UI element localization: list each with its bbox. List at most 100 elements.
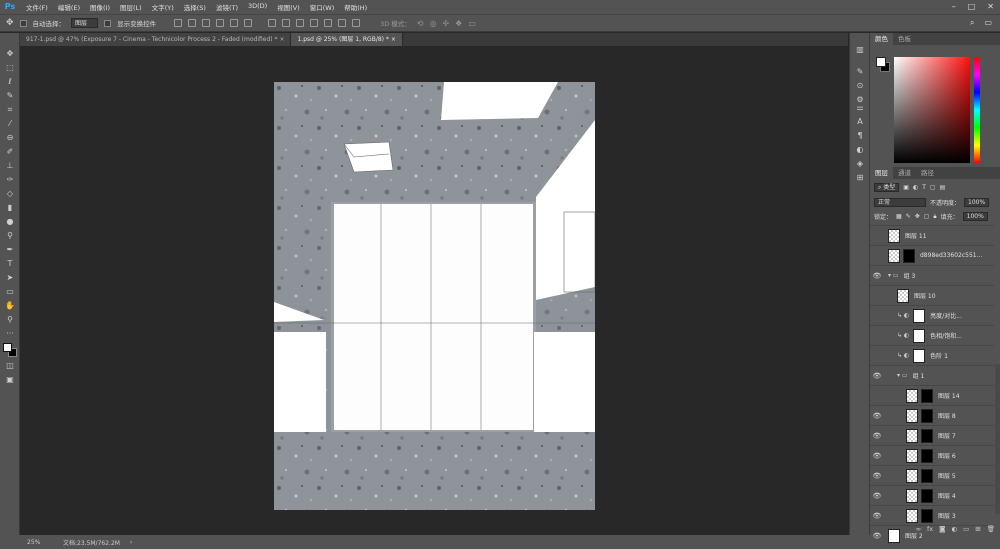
visibility-eye-icon[interactable]: 👁︎ [870,272,884,280]
gradient-icon[interactable]: ▮ [5,203,15,213]
tab-swatches[interactable]: 色板 [893,33,916,45]
opacity-value[interactable]: 100% [964,198,990,207]
adjustments-icon[interactable]: ⚌ [855,103,865,113]
tab-917-1[interactable]: 917-1.psd @ 47% (Exposure 7 - Cinema - T… [20,33,292,46]
stamp-icon[interactable]: ⊥ [5,161,15,171]
layer-mask-thumbnail[interactable] [913,308,926,323]
visibility-eye-icon[interactable]: 👁︎ [870,472,884,480]
blur-icon[interactable]: ● [5,217,15,227]
canvas-area[interactable] [20,46,848,535]
layer-thumbnail[interactable] [906,468,918,483]
menu-item[interactable]: 滤镜(T) [211,2,243,12]
lasso-icon[interactable]: ℓ [5,77,15,87]
visibility-eye-icon[interactable]: 👁︎ [870,412,884,420]
hand-icon[interactable]: ✋ [5,301,15,311]
fill-value[interactable]: 100% [962,212,988,221]
close-tab-icon[interactable]: × [391,36,396,43]
layer-thumbnail[interactable] [897,288,909,303]
auto-select-checkbox[interactable] [19,19,27,27]
close-icon[interactable]: ✕ [987,2,994,11]
maximize-icon[interactable]: □ [968,2,976,11]
layer-row[interactable]: ↳ ◐ 色阶 1 [870,345,994,365]
folder-icon[interactable]: ▾ ▭ [888,272,899,279]
visibility-eye-icon[interactable]: 👁︎ [870,512,884,520]
layer-row[interactable]: ↳ ◐ 色相/饱和... [870,325,994,345]
layer-filter-dropdown[interactable]: ⌕ 类型 [874,183,900,192]
layer-row[interactable]: 👁︎ 图层 5 [870,465,994,485]
history-icon[interactable]: ▥ [855,45,865,55]
folder-icon[interactable]: ▾ ▭ [897,372,908,379]
3d-rotate-icon[interactable]: ⟲ [417,19,424,28]
layer-mask-thumbnail[interactable] [921,428,933,443]
link-layers-icon[interactable]: ∞ [916,525,921,533]
layer-row[interactable]: 图层 14 [870,385,994,405]
auto-align-icon[interactable] [352,19,361,27]
lock-move-icon[interactable]: ✥ [915,213,920,220]
paragraph-icon[interactable]: ¶ [855,131,865,141]
3d-roll-icon[interactable]: ◎ [429,19,436,28]
quick-mask-icon[interactable]: ◫ [5,361,15,371]
filter-smart-icon[interactable]: ▤ [940,184,946,191]
visibility-eye-icon[interactable]: 👁︎ [870,452,884,460]
layer-row[interactable]: 👁︎ 图层 4 [870,485,994,505]
visibility-eye-icon[interactable]: 👁︎ [870,372,884,380]
distribute-vcenter-icon[interactable] [282,19,291,27]
show-transform-checkbox[interactable] [104,19,112,27]
tab-channels[interactable]: 通道 [893,167,916,179]
healing-icon[interactable]: ⊖ [5,133,15,143]
color-picker-field[interactable] [894,57,970,163]
layer-thumbnail[interactable] [888,228,900,243]
hue-slider[interactable] [974,57,980,163]
layer-row[interactable]: 👁︎ ▾ ▭ 组 1 [870,365,994,385]
filter-adjust-icon[interactable]: ◐ [913,184,918,191]
layer-mask-thumbnail[interactable] [913,348,926,363]
align-top-icon[interactable] [174,19,183,27]
menu-item[interactable]: 窗口(W) [305,2,340,12]
align-bottom-icon[interactable] [202,19,211,27]
distribute-bottom-icon[interactable] [296,19,305,27]
filter-pixel-icon[interactable]: ▣ [903,184,909,191]
layer-row[interactable]: 图层 10 [870,285,994,305]
visibility-eye-icon[interactable]: 👁︎ [870,492,884,500]
layer-mask-thumbnail[interactable] [903,248,915,263]
type-icon[interactable]: T [5,259,15,269]
character-icon[interactable]: A [855,117,865,127]
panel-foreground-swatch[interactable] [876,57,886,67]
brush-icon[interactable]: ✐ [5,147,15,157]
menu-item[interactable]: 3D(D) [243,2,272,12]
tab-color[interactable]: 颜色 [870,33,893,45]
layer-thumbnail[interactable] [906,508,918,523]
distribute-top-icon[interactable] [268,19,277,27]
path-select-icon[interactable]: ➤ [5,273,15,283]
layers-scrollbar[interactable] [995,364,1000,514]
3d-scale-icon[interactable]: ▭ [468,19,476,28]
zoom-icon[interactable]: ⚲ [5,315,15,325]
menu-item[interactable]: 帮助(H) [339,2,372,12]
lock-all-icon[interactable]: 🔒︎ [933,213,936,221]
menu-item[interactable]: 图像(I) [85,2,115,12]
filter-type-icon[interactable]: T [922,184,926,191]
distribute-right-icon[interactable] [338,19,347,27]
marquee-icon[interactable]: ⬚ [5,63,15,73]
layer-mask-thumbnail[interactable] [913,328,926,343]
move-icon[interactable]: ✥ [5,49,15,59]
layer-row[interactable]: 图层 11 [870,225,994,245]
brush-presets-icon[interactable]: ✎ [855,67,865,77]
layer-row[interactable]: 👁︎ 图层 8 [870,405,994,425]
layer-thumbnail[interactable] [906,408,918,423]
menu-item[interactable]: 编辑(E) [53,2,85,12]
tab-paths[interactable]: 路径 [916,167,939,179]
layer-row[interactable]: ↳ ◐ 亮度/对比... [870,305,994,325]
layer-mask-thumbnail[interactable] [921,388,933,403]
layer-thumbnail[interactable] [906,488,918,503]
filter-shape-icon[interactable]: ▢ [930,184,936,191]
distribute-left-icon[interactable] [310,19,319,27]
layer-thumbnail[interactable] [906,388,918,403]
search-icon[interactable]: ⌕ [970,18,974,28]
info-icon[interactable]: ⊞ [855,173,865,183]
auto-select-dropdown[interactable]: 图层 [71,18,99,28]
align-vcenter-icon[interactable] [188,19,197,27]
eraser-icon[interactable]: ◇ [5,189,15,199]
tab-1-psd[interactable]: 1.psd @ 25% (图层 1, RGB/8) * × [291,33,403,46]
more-tools-icon[interactable]: ··· [5,329,15,339]
